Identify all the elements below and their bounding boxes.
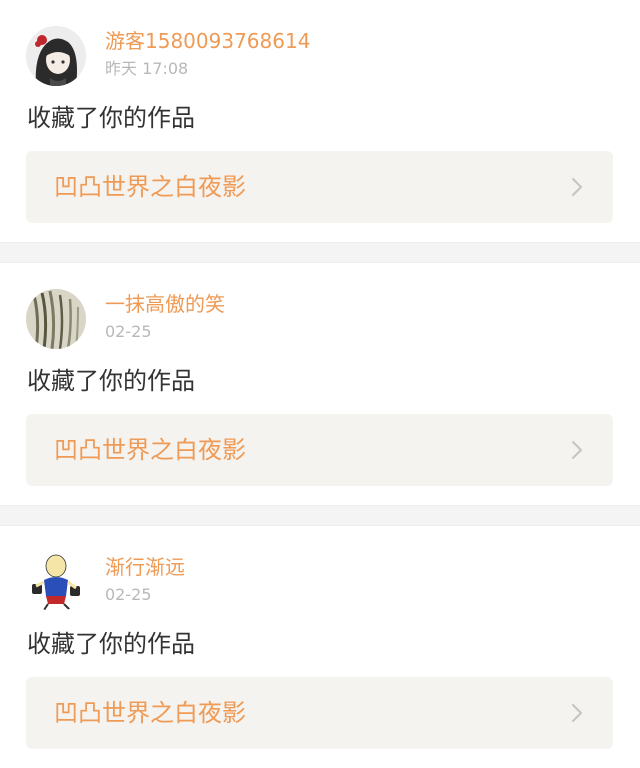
section-divider xyxy=(0,242,640,263)
notification-item: 渐行渐远 02-25 收藏了你的作品 凹凸世界之白夜影 xyxy=(0,526,640,768)
user-name-link[interactable]: 渐行渐远 xyxy=(105,554,185,580)
notification-item: 游客1580093768614 昨天 17:08 收藏了你的作品 凹凸世界之白夜… xyxy=(0,0,640,242)
timestamp: 02-25 xyxy=(105,585,152,604)
notification-item: 一抹高傲的笑 02-25 收藏了你的作品 凹凸世界之白夜影 xyxy=(0,263,640,505)
work-link-card[interactable]: 凹凸世界之白夜影 xyxy=(26,151,613,223)
avatar[interactable] xyxy=(26,552,86,612)
notification-feed: 游客1580093768614 昨天 17:08 收藏了你的作品 凹凸世界之白夜… xyxy=(0,0,640,768)
hair-profile-avatar-icon xyxy=(26,289,86,349)
work-title: 凹凸世界之白夜影 xyxy=(54,436,246,464)
chevron-right-icon xyxy=(567,177,587,197)
action-text: 收藏了你的作品 xyxy=(27,104,195,132)
cartoon-character-avatar-icon xyxy=(26,552,86,612)
action-text: 收藏了你的作品 xyxy=(27,367,195,395)
avatar[interactable] xyxy=(26,289,86,349)
work-title: 凹凸世界之白夜影 xyxy=(54,173,246,201)
user-name-link[interactable]: 游客1580093768614 xyxy=(105,28,310,54)
action-text: 收藏了你的作品 xyxy=(27,630,195,658)
chevron-right-icon xyxy=(567,703,587,723)
section-divider xyxy=(0,505,640,526)
chevron-right-icon xyxy=(567,440,587,460)
work-link-card[interactable]: 凹凸世界之白夜影 xyxy=(26,414,613,486)
timestamp: 昨天 17:08 xyxy=(105,59,189,78)
work-title: 凹凸世界之白夜影 xyxy=(54,699,246,727)
anime-girl-avatar-icon xyxy=(26,26,86,86)
avatar[interactable] xyxy=(26,26,86,86)
timestamp: 02-25 xyxy=(105,322,152,341)
work-link-card[interactable]: 凹凸世界之白夜影 xyxy=(26,677,613,749)
user-name-link[interactable]: 一抹高傲的笑 xyxy=(105,291,225,317)
